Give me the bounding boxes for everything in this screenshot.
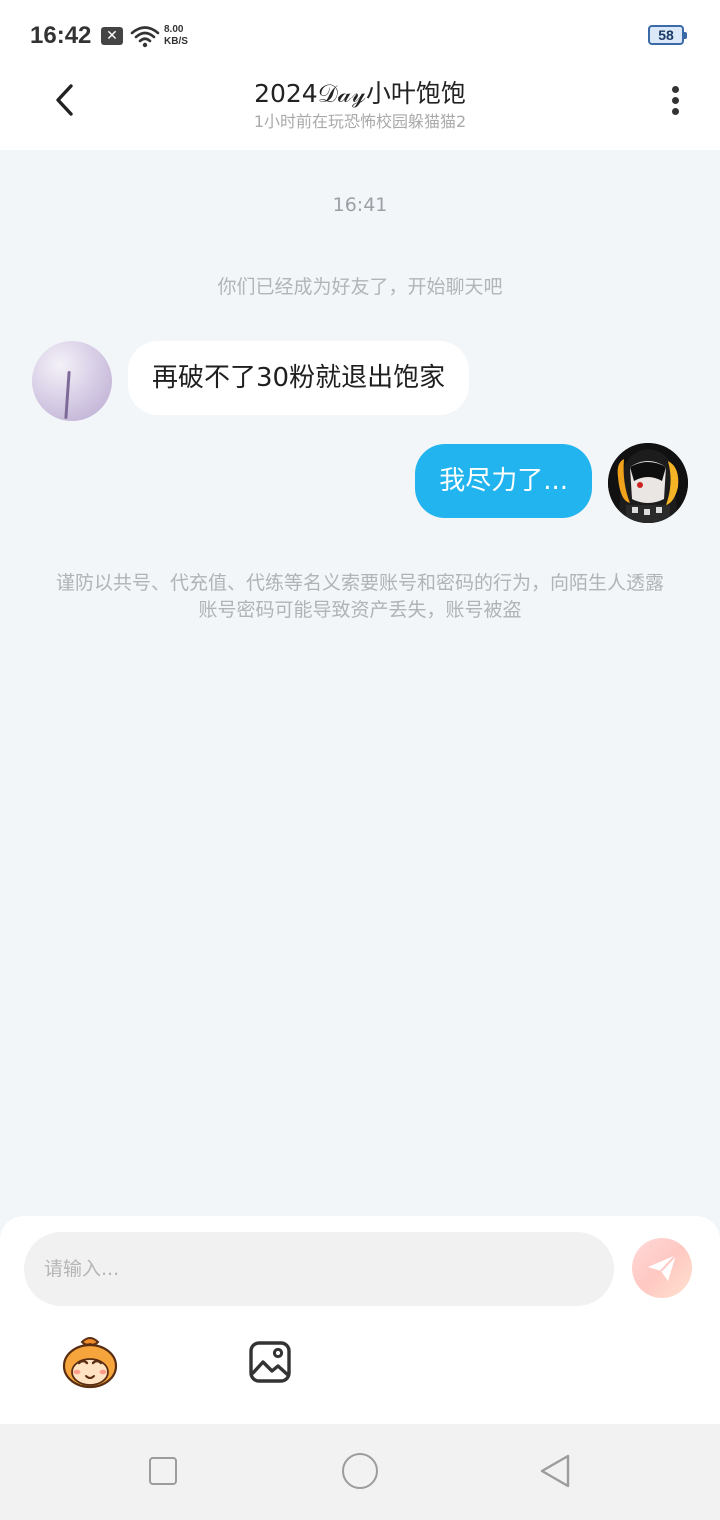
system-message: 你们已经成为好友了，开始聊天吧 [217,276,503,298]
home-button[interactable] [342,1453,378,1489]
status-time: 16:42 [30,22,92,49]
send-button[interactable] [632,1238,692,1298]
contact-name: 2024𝒟𝒶𝓎小叶饱饱 [254,79,466,108]
received-message-bubble[interactable]: 再破不了30粉就退出饱家 [128,341,470,415]
network-speed-value: 8.00 [164,24,184,35]
image-icon [249,1341,291,1383]
more-options-button[interactable] [656,80,696,120]
chat-timestamp: 16:41 [332,194,388,216]
emoji-button[interactable] [60,1336,120,1390]
chat-header: 2024𝒟𝒶𝓎小叶饱饱 1小时前在玩恐怖校园躲猫猫2 [0,72,720,150]
system-nav-bar [0,1424,720,1520]
network-speed: 8.00 KB/S [164,24,198,48]
battery-indicator: 58 [648,25,687,45]
chevron-left-icon [56,84,73,116]
user-avatar-image [608,443,688,523]
user-avatar[interactable] [608,443,688,523]
contact-avatar[interactable] [32,341,112,421]
network-speed-unit: KB/S [164,36,188,47]
back-button[interactable] [44,80,84,120]
nav-back-button[interactable] [538,1452,574,1490]
contact-status: 1小时前在玩恐怖校园躲猫猫2 [253,112,467,131]
recent-apps-button[interactable] [149,1457,177,1485]
message-input[interactable] [24,1232,614,1306]
wifi-icon [130,26,160,48]
sent-message-bubble[interactable]: 我尽力了... [415,444,592,518]
security-warning: 谨防以共号、代充值、代练等名义索要账号和密码的行为，向陌生人透露账号密码可能导致… [55,572,664,621]
input-panel [0,1216,720,1424]
paper-plane-icon [648,1254,677,1281]
status-bar: 16:42 ✕ 8.00 KB/S 58 [0,0,720,72]
image-button[interactable] [248,1340,292,1384]
notification-x-icon: ✕ [101,27,123,45]
emoji-sticker-icon [62,1337,118,1389]
